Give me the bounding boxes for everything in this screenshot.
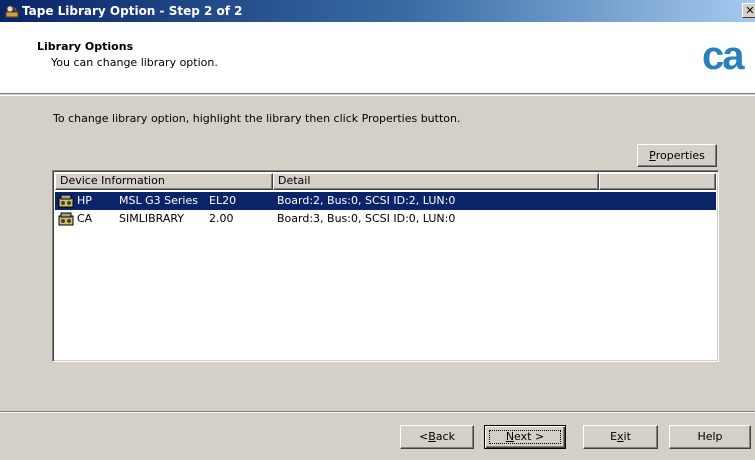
help-button[interactable]: Help [669,425,751,449]
next-button[interactable]: Next > [484,425,566,449]
close-icon: ✕ [745,4,755,17]
device-detail: Board:3, Bus:0, SCSI ID:0, LUN:0 [277,212,456,225]
device-detail: Board:2, Bus:0, SCSI ID:2, LUN:0 [277,194,456,207]
title-bar: Tape Library Option - Step 2 of 2 ✕ [0,0,755,22]
list-item-ca[interactable]: CA SIMLIBRARY 2.00 Board:3, Bus:0, SCSI … [55,210,716,228]
back-label: < Back [419,430,455,443]
library-list[interactable]: Device Information Detail HP MSL G3 Seri… [52,170,719,362]
help-label: Help [697,430,723,443]
tape-library-icon [58,212,74,226]
tape-library-icon [58,194,74,208]
column-device-information[interactable]: Device Information [55,173,273,190]
focus-ring [489,430,561,444]
device-vendor: CA [77,212,93,225]
window-title: Tape Library Option - Step 2 of 2 [22,4,243,18]
page-subtitle: You can change library option. [51,56,218,69]
footer-divider-highlight [0,412,755,413]
properties-label: Properties [649,149,705,162]
device-model: SIMLIBRARY [119,212,185,225]
device-vendor: HP [77,194,92,207]
header-divider [0,95,755,96]
app-icon [5,5,19,18]
wizard-header: Library Options You can change library o… [0,22,755,94]
device-revision: EL20 [209,194,237,207]
list-header: Device Information Detail [55,173,716,190]
close-button[interactable]: ✕ [742,3,755,18]
instruction-text: To change library option, highlight the … [53,112,461,125]
exit-label: Exit [610,430,631,443]
properties-button[interactable]: Properties [637,144,717,167]
column-detail[interactable]: Detail [273,173,599,190]
page-title: Library Options [37,40,134,53]
column-empty[interactable] [599,173,716,190]
ca-logo: ca [702,34,744,78]
exit-button[interactable]: Exit [583,425,658,449]
back-button[interactable]: < Back [400,425,474,449]
device-model: MSL G3 Series [119,194,198,207]
list-item-hp[interactable]: HP MSL G3 Series EL20 Board:2, Bus:0, SC… [55,192,716,210]
device-revision: 2.00 [209,212,234,225]
